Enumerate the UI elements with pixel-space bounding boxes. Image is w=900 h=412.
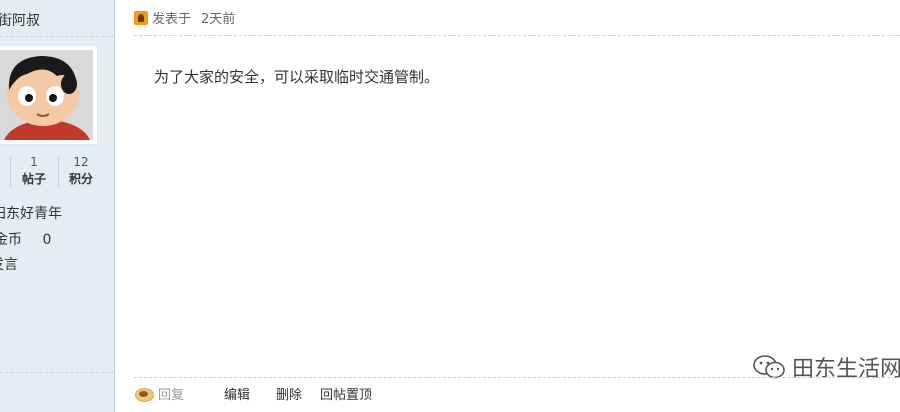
- stat-posts-value: 1: [30, 155, 38, 169]
- post-header: 发表于 2天前: [134, 8, 235, 27]
- post-content: 为了大家的安全，可以采取临时交通管制。: [154, 68, 440, 86]
- pin-reply-button[interactable]: 回帖置顶: [320, 384, 372, 403]
- coin-label: 金币: [0, 232, 22, 248]
- post-actions: 回复 编辑 删除 回帖置顶: [134, 384, 390, 403]
- avatar[interactable]: [0, 45, 98, 145]
- delete-button[interactable]: 删除: [276, 384, 302, 403]
- online-status-icon: [134, 10, 148, 25]
- user-coins: 金币 0: [0, 229, 51, 249]
- coin-value: 0: [42, 232, 52, 248]
- posted-label: 发表于: [152, 12, 192, 27]
- send-message-link[interactable]: 发言: [0, 254, 18, 274]
- edit-button[interactable]: 编辑: [224, 384, 250, 403]
- divider: [10, 156, 11, 188]
- stat-posts[interactable]: 1 帖子: [12, 154, 56, 188]
- posted-time: 2天前: [201, 12, 236, 27]
- divider: [134, 377, 900, 378]
- avatar-cartoon-image: [0, 50, 93, 140]
- stat-points-label: 积分: [68, 172, 93, 186]
- watermark: 田东生活网: [752, 351, 900, 383]
- divider: [0, 36, 114, 37]
- author-sidebar: 街阿叔 1 帖子 12 积分 田东好青年 金币 0 发言: [0, 0, 115, 412]
- reply-icon[interactable]: [134, 386, 154, 402]
- stat-posts-label: 帖子: [21, 172, 46, 186]
- author-stats: 1 帖子 12 积分: [0, 154, 114, 190]
- author-name[interactable]: 街阿叔: [0, 10, 40, 30]
- watermark-text: 田东生活网: [792, 357, 900, 382]
- user-group[interactable]: 田东好青年: [0, 203, 62, 223]
- divider: [0, 372, 114, 373]
- reply-button[interactable]: 回复: [158, 384, 184, 403]
- stat-points[interactable]: 12 积分: [59, 154, 103, 188]
- divider: [134, 35, 900, 36]
- stat-points-value: 12: [73, 155, 89, 169]
